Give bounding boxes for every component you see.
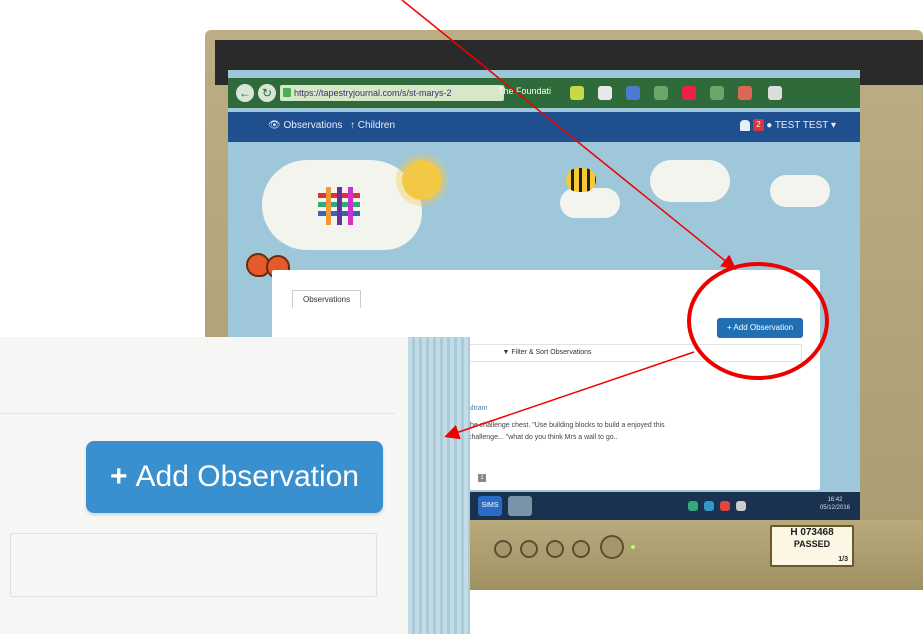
plus-icon: + [110, 460, 128, 493]
address-bar[interactable]: https://tapestryjournal.com/s/st-marys-2 [280, 85, 504, 101]
cloud-illustration [650, 160, 730, 202]
tab-observations[interactable]: Observations [292, 290, 362, 308]
browser-toolbar: ← ↻ https://tapestryjournal.com/s/st-mar… [228, 78, 860, 108]
extension-icon[interactable] [570, 86, 584, 100]
back-icon[interactable]: ← [236, 84, 254, 102]
cloud-illustration [560, 188, 620, 218]
monitor-control-button[interactable] [572, 540, 590, 558]
sticker-fraction: 1/3 [838, 556, 848, 563]
app-icon[interactable] [654, 86, 668, 100]
google-icon[interactable] [598, 86, 612, 100]
photo-stage: ← ↻ https://tapestryjournal.com/s/st-mar… [0, 0, 923, 634]
app-icon[interactable] [738, 86, 752, 100]
sims-taskbar-button[interactable]: SIMS [478, 496, 502, 516]
woven-logo-icon [318, 187, 360, 225]
app-navbar: 👁 Observations ↑ Children 2 ● TEST TEST … [228, 112, 860, 142]
tray-icon[interactable] [704, 501, 714, 511]
monitor-control-button[interactable] [520, 540, 538, 558]
app-icon[interactable] [710, 86, 724, 100]
nav-observations-label: Observations [283, 120, 343, 131]
divider [0, 413, 395, 414]
browser-tab-title[interactable]: The Foundati [498, 86, 551, 96]
nav-observations[interactable]: 👁 Observations [268, 120, 342, 131]
tray-icon[interactable] [688, 501, 698, 511]
tab-close-icon[interactable] [768, 86, 782, 100]
power-led [631, 545, 635, 549]
monitor-control-button[interactable] [546, 540, 564, 558]
windows-taskbar: SIMS 16:42 05/12/2016 [468, 492, 860, 520]
bell-icon[interactable] [740, 120, 750, 131]
background-pattern [408, 337, 470, 634]
notification-badge: 2 [753, 119, 764, 131]
reload-icon[interactable]: ↻ [258, 84, 276, 102]
filter-sort-label: Filter & Sort Observations [511, 349, 592, 356]
cloud-illustration [770, 175, 830, 207]
taskbar-app-icon[interactable] [508, 496, 532, 516]
add-observation-button-zoomed[interactable]: + Add Observation [86, 441, 383, 513]
observation-text: the challenge chest. "Use building block… [468, 422, 665, 441]
nav-children-label: Children [357, 120, 396, 131]
bee-illustration [566, 168, 596, 192]
user-label: TEST TEST [774, 120, 829, 131]
clock-date: 05/12/2016 [819, 505, 850, 511]
user-menu[interactable]: ● TEST TEST ▾ [766, 120, 836, 131]
word-icon[interactable] [626, 86, 640, 100]
sun-illustration [402, 160, 442, 200]
zoom-inset: + Add Observation [0, 337, 470, 634]
sticker-id: H 073468 [790, 527, 834, 538]
observation-child-name[interactable]: ultram [468, 405, 487, 412]
highlight-circle [687, 262, 829, 380]
filter-bar-zoomed[interactable] [10, 533, 377, 597]
lock-icon [283, 88, 291, 97]
power-button[interactable] [600, 535, 624, 559]
sticker-status: PASSED [793, 539, 831, 549]
tray-icon[interactable] [720, 501, 730, 511]
clock-time: 16:42 [827, 497, 843, 503]
speaker-icon[interactable] [736, 501, 746, 511]
observation-count-badge: 1 [478, 474, 486, 482]
add-observation-zoomed-label: Add Observation [135, 460, 359, 493]
system-clock[interactable]: 16:42 05/12/2016 [820, 496, 850, 512]
monitor-control-button[interactable] [494, 540, 512, 558]
nav-children[interactable]: ↑ Children [350, 120, 395, 131]
youtube-icon[interactable] [682, 86, 696, 100]
pat-test-sticker: H 073468 PASSED 1/3 [770, 525, 854, 567]
address-text: https://tapestryjournal.com/s/st-marys-2 [294, 88, 452, 98]
